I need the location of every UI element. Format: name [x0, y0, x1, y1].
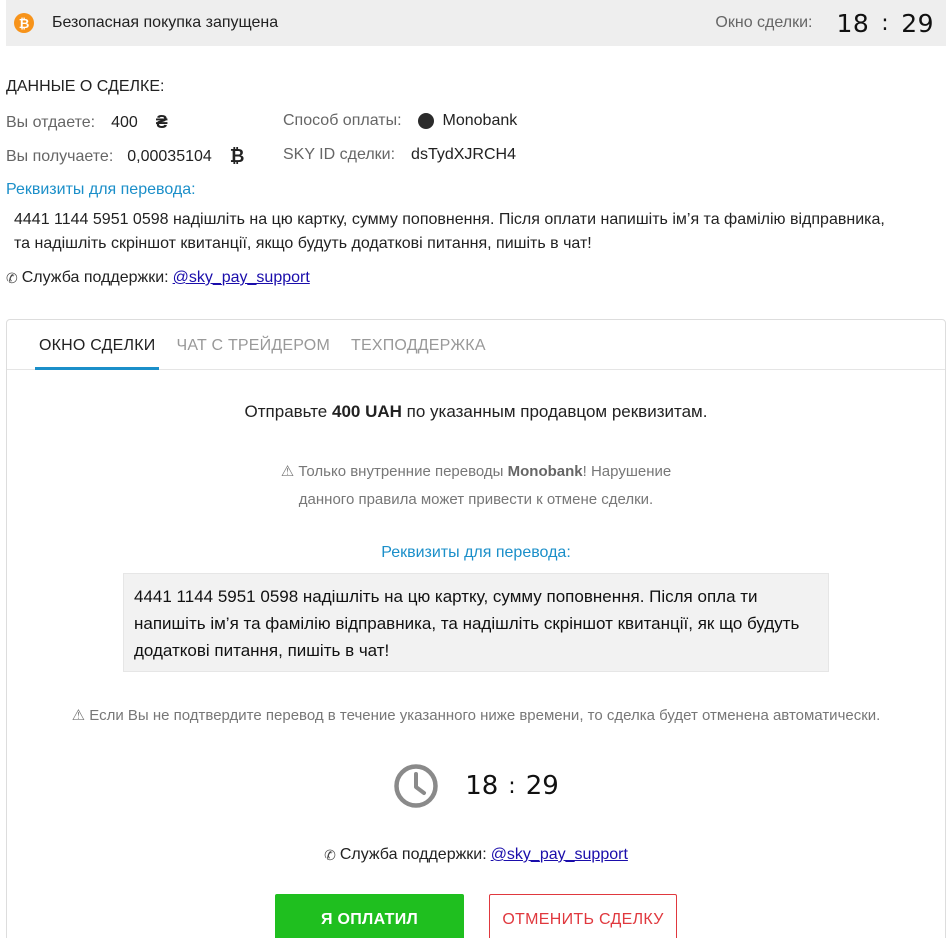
countdown-timer: 18 : 29 [836, 9, 934, 38]
give-value: 400 [111, 113, 138, 131]
paid-button[interactable]: Я ОПЛАТИЛ [275, 894, 464, 938]
send-amount: 400 UAH [332, 402, 402, 421]
deal-support-link[interactable]: @sky_pay_support [491, 846, 628, 864]
payment-method-label: Способ оплаты: [283, 112, 402, 129]
monobank-icon [417, 113, 434, 129]
deal-timer-minutes: 18 [465, 771, 499, 801]
deal-details-title: ДАННЫЕ О СДЕЛКЕ: [6, 78, 165, 95]
bank-warning: ⚠ Только внутренние переводы Monobank! Н… [7, 458, 945, 514]
send-instruction: Отправьте 400 UAH по указанным продавцом… [7, 402, 945, 422]
status-text: Безопасная покупка запущена [52, 14, 279, 31]
deal-support-label: Служба поддержки: [339, 846, 487, 863]
support-link[interactable]: @sky_pay_support [173, 269, 310, 287]
timer-seconds: 29 [901, 8, 934, 38]
bank-warning-prefix: ⚠ Только внутренние переводы [280, 463, 504, 480]
bank-warning-suffix: ! Нарушение [582, 463, 672, 480]
deal-id-label: SKY ID сделки: [283, 146, 396, 163]
tab-bar: ОКНО СДЕЛКИ ЧАТ С ТРЕЙДЕРОМ ТЕХПОДДЕРЖКА [7, 320, 945, 370]
timer-separator: : [881, 10, 890, 36]
phone-icon: ✆ [6, 269, 18, 286]
tab-deal-window[interactable]: ОКНО СДЕЛКИ [35, 320, 160, 370]
give-row: Вы отдаете: 400 ₴ [6, 112, 168, 133]
status-bar: ₿ Безопасная покупка запущена Окно сделк… [6, 0, 946, 46]
tab-support[interactable]: ТЕХПОДДЕРЖКА [351, 320, 486, 370]
requisites-text: 4441 1144 5951 0598 надішліть на цю карт… [14, 211, 885, 252]
requisites-title: Реквизиты для перевода: [6, 181, 196, 198]
cancel-deal-button[interactable]: ОТМЕНИТЬ СДЕЛКУ [489, 894, 677, 938]
deal-window-timer: Окно сделки: 18 : 29 [715, 9, 934, 38]
timer-minutes: 18 [836, 8, 870, 38]
deal-countdown: 18 : 29 [465, 771, 559, 801]
deal-requisites-box: 4441 1144 5951 0598 надішліть на цю карт… [123, 573, 829, 672]
give-label: Вы отдаете: [6, 113, 96, 131]
deal-window-label: Окно сделки: [715, 14, 813, 31]
payment-method-value: Monobank [442, 112, 518, 129]
bank-warning-bank: Monobank [507, 463, 583, 480]
receive-value: 0,00035104 [127, 147, 212, 165]
bank-warning-line2: данного правила может привести к отмене … [298, 491, 654, 508]
send-prefix: Отправьте [244, 402, 328, 421]
deal-requisites-title: Реквизиты для перевода: [381, 544, 571, 561]
receive-label: Вы получаете: [6, 147, 114, 165]
support-label: Служба поддержки: [21, 269, 169, 286]
support-line: ✆ Служба поддержки: @sky_pay_support [6, 269, 310, 287]
bitcoin-currency-icon: ₿ [229, 146, 245, 166]
deal-timer-seconds: 29 [525, 771, 559, 801]
deal-phone-icon: ✆ [324, 846, 336, 863]
hryvnia-icon: ₴ [155, 112, 168, 132]
deal-id-value: dsTydXJRCH4 [411, 146, 516, 163]
bitcoin-icon: ₿ [14, 13, 34, 33]
clock-icon [394, 764, 438, 808]
payment-method-row: Способ оплаты: Monobank [283, 112, 517, 130]
deal-panel: ОКНО СДЕЛКИ ЧАТ С ТРЕЙДЕРОМ ТЕХПОДДЕРЖКА… [6, 319, 946, 938]
deal-timer-separator: : [508, 773, 516, 799]
timeout-warning: ⚠ Если Вы не подтвердите перевод в течен… [71, 707, 881, 724]
deal-support-line: ✆ Служба поддержки: @sky_pay_support [7, 846, 945, 864]
deal-id-row: SKY ID сделки: dsTydXJRCH4 [283, 146, 516, 164]
receive-row: Вы получаете: 0,00035104 ₿ [6, 146, 244, 167]
send-suffix: по указанным продавцом реквизитам. [406, 402, 708, 421]
deal-timer: 18 : 29 [7, 763, 945, 809]
tab-trader-chat[interactable]: ЧАТ С ТРЕЙДЕРОМ [176, 320, 330, 370]
